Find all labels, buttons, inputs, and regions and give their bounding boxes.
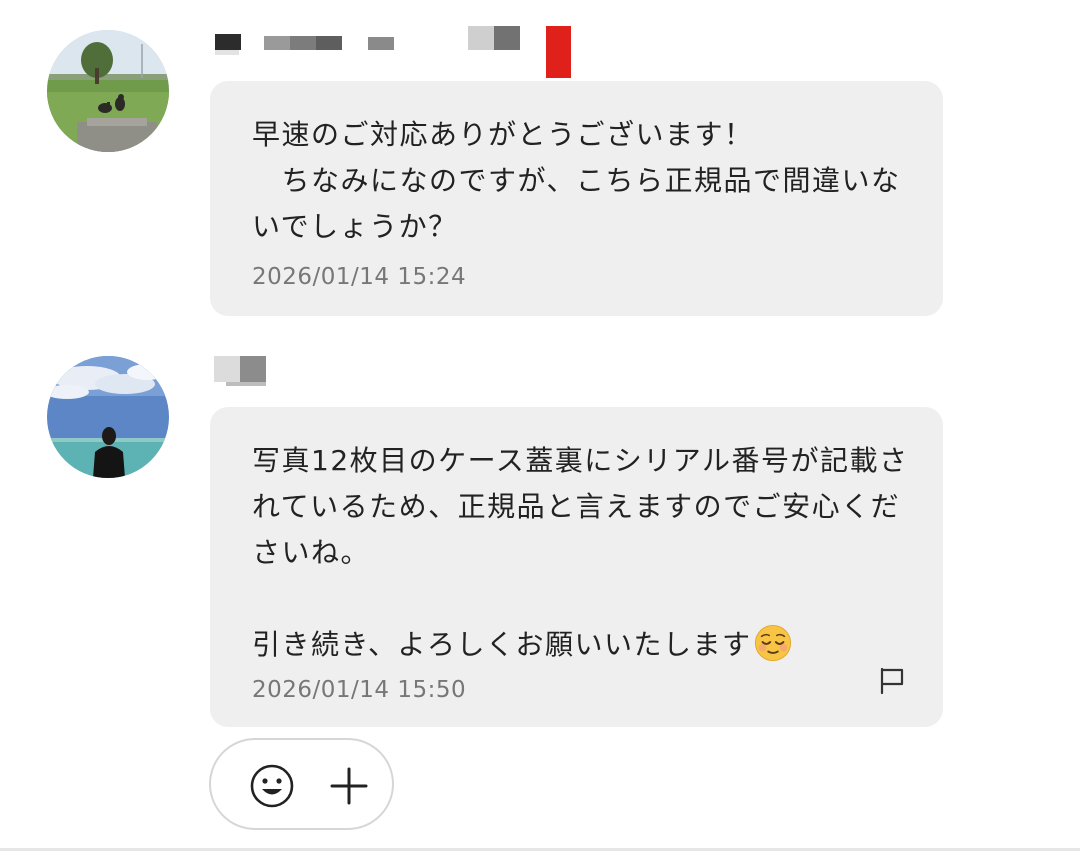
message-timestamp: 2026/01/14 15:24: [252, 264, 467, 290]
message-text-body: 写真12枚目のケース蓋裏にシリアル番号が記載されているため、正規品と言えますので…: [252, 444, 909, 661]
message-bubble: 早速のご対応ありがとうございます！ ちなみになのですが、こちら正規品で間違いない…: [210, 81, 943, 316]
message-timestamp: 2026/01/14 15:50: [252, 677, 467, 703]
avatar-buyer[interactable]: [47, 30, 169, 152]
relieved-face-emoji-icon: [754, 624, 791, 662]
avatar-seller[interactable]: [47, 356, 169, 478]
sender-name-redacted: [212, 24, 582, 80]
message-text: 早速のご対応ありがとうございます！ ちなみになのですが、こちら正規品で間違いない…: [252, 118, 901, 243]
message-actions-pill: [209, 738, 394, 830]
emoji-reaction-button[interactable]: [248, 762, 296, 810]
flag-icon: [880, 667, 904, 695]
add-button[interactable]: [325, 762, 373, 810]
plus-icon: [330, 767, 368, 805]
report-flag-button[interactable]: [877, 665, 907, 695]
smiley-face-icon: [250, 764, 294, 808]
avatar-beach-image: [47, 356, 169, 478]
avatar-landscape-image: [47, 30, 169, 152]
message-bubble: 写真12枚目のケース蓋裏にシリアル番号が記載されているため、正規品と言えますので…: [210, 407, 943, 727]
message-text: 写真12枚目のケース蓋裏にシリアル番号が記載されているため、正規品と言えますので…: [252, 438, 912, 668]
sender-name-redacted: [212, 354, 292, 388]
chat-screen: 早速のご対応ありがとうございます！ ちなみになのですが、こちら正規品で間違いない…: [0, 0, 1080, 851]
